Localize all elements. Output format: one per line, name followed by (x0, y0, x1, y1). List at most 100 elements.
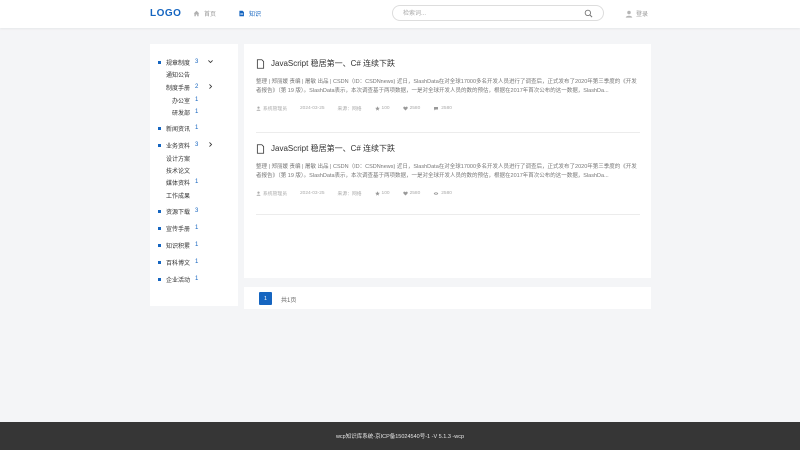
article-item: JavaScript 稳居第一、C# 连续下跌 整理 | 郑丽媛 责编 | 屠敏… (256, 58, 640, 112)
article-source: 来源：网络 (337, 107, 362, 113)
article-date: 2024-03-25 (300, 106, 325, 112)
article-meta: 系统管理员 2024-03-25 来源：网络 100 2580 2580 (256, 105, 640, 112)
chevron-right-icon[interactable] (207, 83, 214, 90)
login-label: 登录 (636, 12, 649, 18)
sidebar-item-label: 研发部 (172, 110, 191, 117)
article-date: 2024-03-25 (300, 191, 325, 197)
sidebar-item-manuals[interactable]: 制度手册 2 (166, 82, 198, 92)
sidebar-item-downloads[interactable]: 资源下载 3 (158, 206, 198, 216)
chevron-right-icon[interactable] (207, 141, 214, 148)
login-link[interactable]: 登录 (625, 9, 648, 18)
article-abstract: 整理 | 郑丽媛 责编 | 屠敏 出品 | CSDN（ID：CSDNnews) … (256, 164, 637, 179)
pagination: 1 共1页 (244, 287, 651, 309)
sidebar-item-count: 3 (195, 59, 199, 65)
user-icon (625, 10, 633, 18)
sidebar-item-label: 办公室 (172, 98, 191, 105)
article-divider (256, 214, 640, 215)
sidebar-item-rnd[interactable]: 研发部 1 (172, 107, 198, 117)
sidebar-item-label: 新闻资讯 (166, 126, 191, 133)
nav-knowledge-label: 知识 (249, 12, 262, 18)
sidebar-item-events[interactable]: 企业活动 1 (158, 274, 198, 284)
article-meta: 系统管理员 2024-03-25 来源：网络 100 2580 2580 (256, 190, 640, 197)
home-icon (193, 10, 200, 17)
document-icon (256, 58, 265, 69)
sidebar-item-design[interactable]: 设计方案 (166, 153, 190, 163)
article-item: JavaScript 稳居第一、C# 连续下跌 整理 | 郑丽媛 责编 | 屠敏… (256, 143, 640, 197)
category-sidebar: 规章制度 3 通知公告 制度手册 2 办公室 1 研发部 1 新闻资讯 1 业务… (150, 44, 238, 306)
article-views: 2580 (433, 191, 452, 196)
search-box (392, 5, 604, 21)
search-input[interactable] (403, 9, 573, 18)
sidebar-item-papers[interactable]: 技术论文 (166, 165, 190, 175)
sidebar-item-label: 业务资料 (166, 143, 191, 150)
sidebar-item-count: 1 (195, 225, 199, 231)
sidebar-item-label: 规章制度 (166, 60, 191, 67)
article-list: JavaScript 稳居第一、C# 连续下跌 整理 | 郑丽媛 责编 | 屠敏… (244, 44, 651, 278)
sidebar-item-label: 设计方案 (166, 156, 191, 163)
site-logo[interactable]: LOGO (150, 8, 181, 19)
sidebar-item-count: 1 (195, 276, 199, 282)
sidebar-item-count: 1 (195, 109, 199, 115)
sidebar-item-business[interactable]: 业务资料 3 (158, 140, 198, 150)
nav-knowledge[interactable]: 知识 (238, 9, 261, 18)
sidebar-item-label: 技术论文 (166, 168, 191, 175)
bullet-icon (158, 143, 161, 147)
bullet-icon (158, 277, 161, 281)
user-icon (256, 191, 261, 197)
article-abstract: 整理 | 郑丽媛 责编 | 屠敏 出品 | CSDN（ID：CSDNnews) … (256, 79, 637, 94)
eye-icon (433, 192, 439, 196)
sidebar-item-count: 1 (195, 242, 199, 248)
article-author: 系统管理员 (256, 190, 287, 197)
sidebar-item-wiki[interactable]: 百科博文 1 (158, 257, 198, 267)
nav-home[interactable]: 首页 (193, 9, 216, 18)
top-header: LOGO 首页 知识 登录 (0, 0, 800, 28)
sidebar-item-count: 1 (195, 97, 199, 103)
star-icon (374, 191, 380, 197)
sidebar-item-label: 百科博文 (166, 260, 191, 267)
site-footer: wcp知识库系统-京ICP备15024540号-1 -V 5.1.3 -wcp (0, 422, 800, 450)
article-title[interactable]: JavaScript 稳居第一、C# 连续下跌 (256, 58, 640, 69)
sidebar-item-count: 3 (195, 142, 199, 148)
document-icon (256, 143, 265, 154)
sidebar-item-count: 1 (195, 179, 199, 185)
sidebar-item-label: 企业活动 (166, 277, 191, 284)
sidebar-item-count: 1 (195, 125, 199, 131)
nav-home-label: 首页 (204, 12, 217, 18)
article-stars: 100 (374, 191, 390, 197)
article-author: 系统管理员 (256, 105, 287, 112)
article-title-text: JavaScript 稳居第一、C# 连续下跌 (271, 144, 396, 153)
sidebar-item-label: 资源下载 (166, 209, 191, 216)
article-views: 2580 (433, 106, 452, 111)
sidebar-item-office[interactable]: 办公室 1 (172, 95, 198, 105)
sidebar-item-results[interactable]: 工作成果 (166, 190, 190, 200)
comment-icon (434, 107, 439, 111)
sidebar-item-label: 宣传手册 (166, 226, 191, 233)
bullet-icon (158, 209, 161, 213)
sidebar-item-label: 媒体资料 (166, 180, 191, 187)
chevron-down-icon[interactable] (207, 58, 214, 65)
bullet-icon (158, 243, 161, 247)
page-button-current[interactable]: 1 (259, 292, 272, 305)
sidebar-item-notices[interactable]: 通知公告 (166, 69, 190, 79)
sidebar-item-label: 通知公告 (166, 72, 191, 79)
bullet-icon (158, 126, 161, 130)
sidebar-item-count: 1 (195, 259, 199, 265)
bullet-icon (158, 60, 161, 64)
sidebar-item-knowledge[interactable]: 知识积累 1 (158, 240, 198, 250)
article-divider (256, 132, 640, 133)
heart-icon (402, 191, 408, 196)
star-icon (374, 106, 380, 112)
page-total: 共1页 (281, 298, 297, 304)
article-title[interactable]: JavaScript 稳居第一、C# 连续下跌 (256, 143, 640, 154)
sidebar-item-brochures[interactable]: 宣传手册 1 (158, 223, 198, 233)
sidebar-item-regulations[interactable]: 规章制度 3 (158, 57, 198, 67)
search-icon[interactable] (584, 9, 593, 18)
article-source: 来源：网络 (337, 192, 362, 198)
footer-text: wcp知识库系统-京ICP备15024540号-1 -V 5.1.3 -wcp (335, 434, 465, 440)
article-likes: 2580 (402, 191, 420, 196)
sidebar-item-label: 工作成果 (166, 193, 191, 200)
bullet-icon (158, 226, 161, 230)
sidebar-item-news[interactable]: 新闻资讯 1 (158, 123, 198, 133)
article-title-text: JavaScript 稳居第一、C# 连续下跌 (271, 59, 396, 68)
sidebar-item-media[interactable]: 媒体资料 1 (166, 177, 198, 187)
